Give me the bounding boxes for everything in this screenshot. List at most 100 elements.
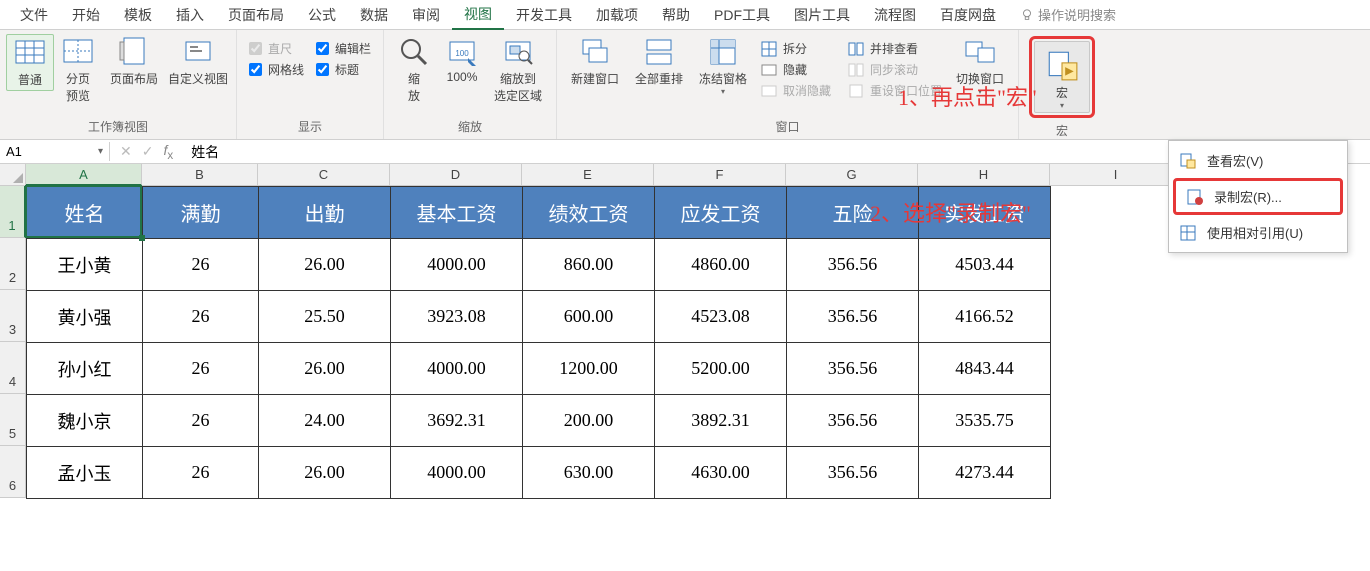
select-all-corner[interactable] bbox=[0, 164, 26, 186]
data-cell[interactable]: 王小黄 bbox=[27, 239, 143, 291]
data-cell[interactable]: 4166.52 bbox=[919, 291, 1051, 343]
data-cell[interactable]: 356.56 bbox=[787, 343, 919, 395]
header-cell[interactable]: 基本工资 bbox=[391, 187, 523, 239]
row-header-5[interactable]: 5 bbox=[0, 394, 26, 446]
row-header-1[interactable]: 1 bbox=[0, 186, 26, 238]
tab-view[interactable]: 视图 bbox=[452, 0, 504, 30]
data-cell[interactable]: 600.00 bbox=[523, 291, 655, 343]
tab-page-layout[interactable]: 页面布局 bbox=[216, 1, 296, 29]
tab-formulas[interactable]: 公式 bbox=[296, 1, 348, 29]
tab-pdf-tools[interactable]: PDF工具 bbox=[702, 1, 782, 29]
header-cell[interactable]: 五险 bbox=[787, 187, 919, 239]
col-header-G[interactable]: G bbox=[786, 164, 918, 186]
name-box[interactable]: A1▾ bbox=[0, 142, 110, 161]
data-cell[interactable]: 黄小强 bbox=[27, 291, 143, 343]
data-cell[interactable]: 4843.44 bbox=[919, 343, 1051, 395]
header-cell[interactable]: 满勤 bbox=[143, 187, 259, 239]
view-page-layout-button[interactable]: 页面布局 bbox=[102, 34, 166, 89]
data-cell[interactable]: 356.56 bbox=[787, 395, 919, 447]
data-cell[interactable]: 4630.00 bbox=[655, 447, 787, 499]
switch-windows-button[interactable]: 切换窗口▾ bbox=[948, 34, 1012, 98]
name-box-dropdown-icon[interactable]: ▾ bbox=[98, 146, 103, 157]
data-cell[interactable]: 3535.75 bbox=[919, 395, 1051, 447]
freeze-panes-button[interactable]: 冻结窗格▾ bbox=[691, 34, 755, 98]
data-cell[interactable]: 26 bbox=[143, 343, 259, 395]
col-header-E[interactable]: E bbox=[522, 164, 654, 186]
data-cell[interactable]: 26 bbox=[143, 291, 259, 343]
tell-me-search[interactable]: 操作说明搜索 bbox=[1020, 5, 1116, 24]
tab-developer[interactable]: 开发工具 bbox=[504, 1, 584, 29]
data-cell[interactable]: 25.50 bbox=[259, 291, 391, 343]
row-header-4[interactable]: 4 bbox=[0, 342, 26, 394]
header-cell[interactable]: 绩效工资 bbox=[523, 187, 655, 239]
row-header-3[interactable]: 3 bbox=[0, 290, 26, 342]
arrange-all-button[interactable]: 全部重排 bbox=[627, 34, 691, 89]
data-cell[interactable]: 4523.08 bbox=[655, 291, 787, 343]
data-cell[interactable]: 26.00 bbox=[259, 447, 391, 499]
zoom-button[interactable]: 缩 放 bbox=[390, 34, 438, 106]
tab-picture-tools[interactable]: 图片工具 bbox=[782, 1, 862, 29]
record-macro-item[interactable]: 录制宏(R)... bbox=[1173, 178, 1343, 215]
headings-checkbox[interactable]: 标题 bbox=[316, 61, 371, 78]
view-custom-views-button[interactable]: 自定义视图 bbox=[166, 34, 230, 89]
data-cell[interactable]: 26.00 bbox=[259, 343, 391, 395]
tab-review[interactable]: 审阅 bbox=[400, 1, 452, 29]
data-cell[interactable]: 5200.00 bbox=[655, 343, 787, 395]
data-cell[interactable]: 630.00 bbox=[523, 447, 655, 499]
data-cell[interactable]: 3692.31 bbox=[391, 395, 523, 447]
data-cell[interactable]: 860.00 bbox=[523, 239, 655, 291]
view-macros-item[interactable]: 查看宏(V) bbox=[1169, 145, 1347, 176]
new-window-button[interactable]: 新建窗口 bbox=[563, 34, 627, 89]
data-cell[interactable]: 3923.08 bbox=[391, 291, 523, 343]
tab-flowchart[interactable]: 流程图 bbox=[862, 1, 928, 29]
tab-template[interactable]: 模板 bbox=[112, 1, 164, 29]
data-cell[interactable]: 356.56 bbox=[787, 291, 919, 343]
col-header-F[interactable]: F bbox=[654, 164, 786, 186]
view-normal-button[interactable]: 普通 bbox=[6, 34, 54, 91]
data-cell[interactable]: 4000.00 bbox=[391, 447, 523, 499]
data-cell[interactable]: 3892.31 bbox=[655, 395, 787, 447]
data-cell[interactable]: 魏小京 bbox=[27, 395, 143, 447]
data-cell[interactable]: 356.56 bbox=[787, 239, 919, 291]
col-header-I[interactable]: I bbox=[1050, 164, 1182, 186]
tab-help[interactable]: 帮助 bbox=[650, 1, 702, 29]
header-cell[interactable]: 应发工资 bbox=[655, 187, 787, 239]
col-header-A[interactable]: A bbox=[26, 164, 142, 186]
col-header-B[interactable]: B bbox=[142, 164, 258, 186]
row-header-6[interactable]: 6 bbox=[0, 446, 26, 498]
data-cell[interactable]: 26 bbox=[143, 447, 259, 499]
hide-button[interactable]: 隐藏 bbox=[761, 61, 831, 78]
tab-data[interactable]: 数据 bbox=[348, 1, 400, 29]
use-relative-refs-item[interactable]: 使用相对引用(U) bbox=[1169, 217, 1347, 248]
col-header-H[interactable]: H bbox=[918, 164, 1050, 186]
col-header-D[interactable]: D bbox=[390, 164, 522, 186]
cell-grid[interactable]: 姓名 满勤 出勤 基本工资 绩效工资 应发工资 五险 实发工资 王小黄2626.… bbox=[26, 186, 1051, 499]
view-page-break-button[interactable]: 分页 预览 bbox=[54, 34, 102, 106]
tab-baidu-netdisk[interactable]: 百度网盘 bbox=[928, 1, 1008, 29]
selection-fill-handle[interactable] bbox=[139, 235, 145, 241]
side-by-side-button[interactable]: 并排查看 bbox=[848, 40, 942, 57]
header-cell[interactable]: 出勤 bbox=[259, 187, 391, 239]
zoom-100-button[interactable]: 100 100% bbox=[438, 34, 486, 86]
tab-addins[interactable]: 加载项 bbox=[584, 1, 650, 29]
insert-function-button[interactable]: fx bbox=[163, 142, 173, 162]
gridlines-checkbox[interactable]: 网格线 bbox=[249, 61, 304, 78]
data-cell[interactable]: 356.56 bbox=[787, 447, 919, 499]
zoom-to-selection-button[interactable]: 缩放到 选定区域 bbox=[486, 34, 550, 106]
data-cell[interactable]: 1200.00 bbox=[523, 343, 655, 395]
data-cell[interactable]: 24.00 bbox=[259, 395, 391, 447]
data-cell[interactable]: 4503.44 bbox=[919, 239, 1051, 291]
data-cell[interactable]: 26 bbox=[143, 395, 259, 447]
data-cell[interactable]: 4000.00 bbox=[391, 239, 523, 291]
cancel-formula-button[interactable]: ✕ bbox=[120, 143, 132, 160]
data-cell[interactable]: 4000.00 bbox=[391, 343, 523, 395]
data-cell[interactable]: 26.00 bbox=[259, 239, 391, 291]
data-cell[interactable]: 26 bbox=[143, 239, 259, 291]
data-cell[interactable]: 孟小玉 bbox=[27, 447, 143, 499]
col-header-C[interactable]: C bbox=[258, 164, 390, 186]
formula-bar-checkbox[interactable]: 编辑栏 bbox=[316, 40, 371, 57]
tab-file[interactable]: 文件 bbox=[8, 1, 60, 29]
header-cell[interactable]: 实发工资 bbox=[919, 187, 1051, 239]
data-cell[interactable]: 4273.44 bbox=[919, 447, 1051, 499]
enter-formula-button[interactable]: ✓ bbox=[142, 143, 154, 160]
